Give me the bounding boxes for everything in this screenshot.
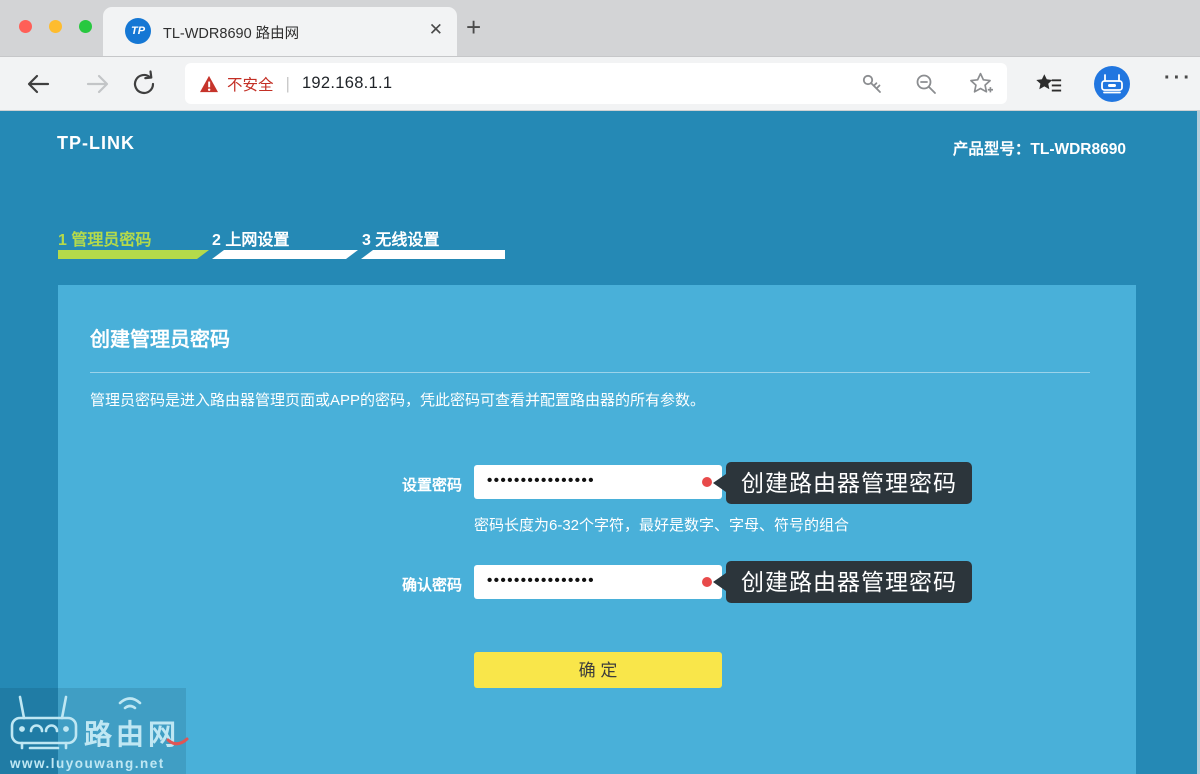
watermark-site-name: 路由网: [84, 719, 180, 750]
confirm-button[interactable]: 确 定: [474, 652, 722, 688]
reload-icon[interactable]: [130, 70, 158, 98]
site-favicon: TP: [125, 18, 151, 44]
address-divider: |: [286, 74, 290, 94]
confirm-required-dot: [702, 577, 712, 587]
tplink-logo: TP-LINK: [57, 133, 135, 154]
password-hint: 密码长度为6-32个字符，最好是数字、字母、符号的组合: [474, 514, 849, 535]
new-tab-button[interactable]: +: [466, 12, 481, 43]
password-tooltip: 创建路由器管理密码: [713, 462, 972, 504]
panel-title: 创建管理员密码: [90, 323, 230, 352]
confirm-password-input[interactable]: ••••••••••••••••: [474, 565, 722, 599]
add-favorite-star-icon[interactable]: [968, 71, 993, 96]
confirm-password-label: 确认密码: [318, 574, 462, 595]
insecure-warning-icon[interactable]: [199, 75, 219, 93]
password-key-icon[interactable]: [860, 72, 884, 96]
step-bar-3: [361, 250, 505, 259]
step-tab-wireless-settings[interactable]: 3 无线设置: [362, 226, 439, 250]
product-model-label: 产品型号：TL-WDR8690: [953, 137, 1126, 159]
browser-toolbar: 不安全 | 192.168.1.1: [0, 57, 1200, 111]
password-label: 设置密码: [318, 474, 462, 495]
create-password-panel: 创建管理员密码 管理员密码是进入路由器管理页面或APP的密码，凭此密码可查看并配…: [58, 285, 1136, 774]
browser-window: TP TL-WDR8690 路由网 ✕ + 不安全 | 192.168.1.1: [0, 0, 1200, 774]
browser-tab-bar: TP TL-WDR8690 路由网 ✕ +: [0, 0, 1200, 57]
password-masked-value: ••••••••••••••••: [487, 465, 595, 497]
panel-description: 管理员密码是进入路由器管理页面或APP的密码，凭此密码可查看并配置路由器的所有参…: [90, 389, 705, 410]
watermark-site-url: www.luyouwang.net: [9, 756, 165, 771]
window-minimize-button[interactable]: [49, 20, 62, 33]
tab-title: TL-WDR8690 路由网: [163, 22, 299, 43]
confirm-password-tooltip: 创建路由器管理密码: [713, 561, 972, 603]
step-tab-internet-settings[interactable]: 2 上网设置: [212, 226, 289, 250]
step-tab-admin-password[interactable]: 1 管理员密码: [58, 226, 151, 250]
step-bar-2: [212, 250, 358, 259]
profile-avatar[interactable]: [1094, 66, 1130, 102]
forward-icon[interactable]: [84, 70, 112, 98]
more-menu-icon[interactable]: ···: [1164, 67, 1193, 90]
address-bar[interactable]: 不安全 | 192.168.1.1: [185, 63, 1007, 104]
password-input[interactable]: ••••••••••••••••: [474, 465, 722, 499]
router-avatar-icon: [1100, 73, 1124, 95]
favorites-list-icon[interactable]: [1035, 71, 1063, 99]
password-required-dot: [702, 477, 712, 487]
tooltip-arrow: [713, 474, 726, 492]
window-zoom-button[interactable]: [79, 20, 92, 33]
security-status-label[interactable]: 不安全: [227, 73, 274, 95]
browser-tab[interactable]: TP TL-WDR8690 路由网 ✕: [103, 7, 457, 56]
confirm-masked-value: ••••••••••••••••: [487, 565, 595, 597]
tab-close-icon[interactable]: ✕: [429, 20, 443, 40]
tooltip-text: 创建路由器管理密码: [726, 462, 972, 504]
panel-divider: [90, 372, 1090, 373]
window-close-button[interactable]: [19, 20, 32, 33]
back-icon[interactable]: [24, 70, 52, 98]
tooltip-arrow: [713, 573, 726, 591]
zoom-out-icon[interactable]: [914, 72, 938, 96]
url-text: 192.168.1.1: [302, 74, 392, 93]
router-setup-page: TP-LINK 产品型号：TL-WDR8690 1 管理员密码 2 上网设置 3…: [0, 111, 1200, 774]
luyouwang-watermark: 路由网 www.luyouwang.net: [8, 692, 204, 774]
step-bar-1: [58, 250, 209, 259]
tooltip-text: 创建路由器管理密码: [726, 561, 972, 603]
